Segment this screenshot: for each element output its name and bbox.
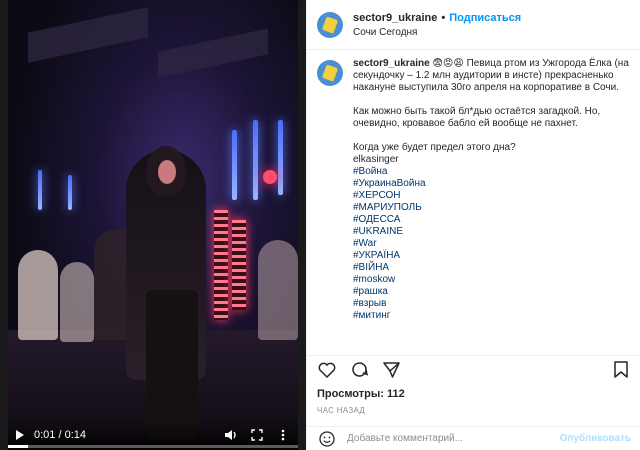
volume-icon[interactable] bbox=[224, 428, 238, 442]
audience-figure bbox=[60, 262, 94, 342]
comment-bar: Опубликовать bbox=[307, 426, 640, 450]
video-time: 0:01 / 0:14 bbox=[34, 429, 86, 441]
led-column bbox=[214, 210, 228, 320]
follow-button[interactable]: Подписаться bbox=[449, 12, 521, 24]
post-header: sector9_ukraine • Подписаться Сочи Сегод… bbox=[307, 0, 640, 50]
hashtag-link[interactable]: #митинг bbox=[353, 310, 631, 322]
play-icon[interactable] bbox=[16, 430, 24, 440]
post-sidebar: sector9_ukraine • Подписаться Сочи Сегод… bbox=[306, 0, 640, 450]
stage-light bbox=[263, 170, 277, 184]
audience-figure bbox=[258, 240, 298, 340]
separator-dot: • bbox=[441, 11, 446, 24]
publish-button[interactable]: Опубликовать bbox=[560, 433, 631, 444]
hashtag-link[interactable]: #УКРАЇНА bbox=[353, 250, 631, 262]
stage-light bbox=[38, 170, 42, 210]
led-column bbox=[232, 220, 246, 310]
hashtag-link[interactable]: #ХЕРСОН bbox=[353, 190, 631, 202]
more-options-icon[interactable] bbox=[276, 428, 290, 442]
hashtag-link[interactable]: #War bbox=[353, 238, 631, 250]
post-time[interactable]: ЧАС НАЗАД bbox=[317, 406, 365, 415]
video-player[interactable] bbox=[8, 0, 298, 450]
caption-area: sector9_ukraine 😨😡😩 Певица ртом из Ужгор… bbox=[307, 50, 640, 350]
heart-icon[interactable] bbox=[317, 360, 337, 380]
stage-light bbox=[278, 120, 283, 195]
hashtag-link[interactable]: #ВІЙНА bbox=[353, 262, 631, 274]
hashtag-link[interactable]: #Война bbox=[353, 166, 631, 178]
hashtag-link[interactable]: #рашка bbox=[353, 286, 631, 298]
singer-legs bbox=[146, 290, 198, 440]
caption-paragraph: Как можно быть такой бл*дью остаётся заг… bbox=[353, 106, 601, 129]
hashtag-link[interactable]: #МАРИУПОЛЬ bbox=[353, 202, 631, 214]
stage-light bbox=[253, 120, 258, 200]
mention-link[interactable]: elkasinger bbox=[353, 154, 631, 166]
hashtag-link[interactable]: #moskow bbox=[353, 274, 631, 286]
caption-question: Когда уже будет предел этого дна? bbox=[353, 142, 516, 153]
hashtag-list: #Война #УкраинаВойна #ХЕРСОН #МАРИУПОЛЬ #ОДЕ… bbox=[353, 166, 631, 322]
caption: sector9_ukraine 😨😡😩 Певица ртом из Ужгор… bbox=[353, 58, 631, 322]
audience-figure bbox=[18, 250, 58, 340]
hashtag-link[interactable]: #ОДЕССА bbox=[353, 214, 631, 226]
bookmark-icon[interactable] bbox=[611, 360, 631, 380]
emoji-icon[interactable] bbox=[317, 429, 337, 449]
hashtag-link[interactable]: #взрыв bbox=[353, 298, 631, 310]
hashtag-link[interactable]: #UKRAINE bbox=[353, 226, 631, 238]
post-location[interactable]: Сочи Сегодня bbox=[353, 27, 521, 38]
ceiling-decor bbox=[158, 28, 268, 78]
hashtag-link[interactable]: #УкраинаВойна bbox=[353, 178, 631, 190]
stage-light bbox=[68, 175, 72, 210]
stage-light bbox=[232, 130, 237, 200]
video-progress-bar[interactable] bbox=[8, 445, 298, 448]
comment-input[interactable] bbox=[347, 433, 560, 444]
caption-username[interactable]: sector9_ukraine bbox=[353, 58, 430, 69]
comment-icon[interactable] bbox=[349, 360, 369, 380]
ceiling-decor bbox=[28, 7, 148, 63]
avatar[interactable] bbox=[317, 60, 343, 86]
fullscreen-icon[interactable] bbox=[250, 428, 264, 442]
avatar[interactable] bbox=[317, 11, 343, 38]
action-bar bbox=[307, 355, 640, 383]
video-progress-fill bbox=[8, 445, 29, 448]
video-panel: 0:01 / 0:14 bbox=[0, 0, 306, 450]
caption-emojis: 😨😡😩 bbox=[432, 58, 464, 69]
username[interactable]: sector9_ukraine bbox=[353, 12, 437, 24]
views-count[interactable]: Просмотры: 112 bbox=[317, 388, 405, 400]
singer-face bbox=[158, 160, 176, 184]
share-icon[interactable] bbox=[381, 360, 401, 380]
